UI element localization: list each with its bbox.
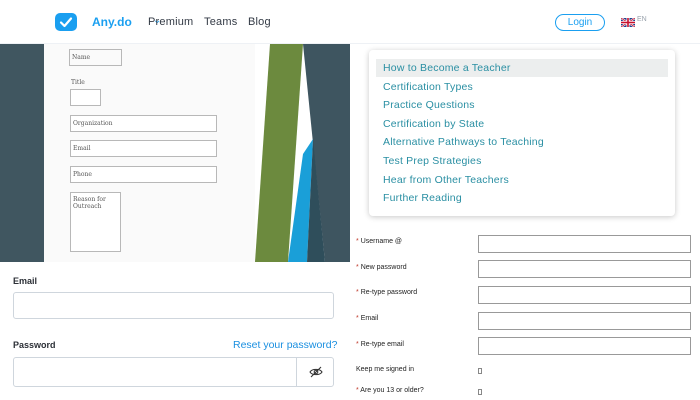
keep-signed-in-checkbox[interactable] (478, 368, 482, 374)
new-password-label: * New password (356, 264, 407, 271)
decorative-stripes (255, 44, 350, 262)
menu-item-certification-types[interactable]: Certification Types (376, 78, 668, 96)
top-navigation-bar: Any.do ⌄ Premium Teams Blog Login EN (0, 0, 700, 44)
email-label: Email (13, 276, 38, 286)
contact-form: Name Title Organization Email Phone Reas… (44, 44, 270, 262)
language-code[interactable]: EN (637, 16, 647, 23)
keep-signed-in-label: Keep me signed in (356, 366, 414, 373)
password-input[interactable] (13, 357, 334, 387)
menu-item-certification-by-state[interactable]: Certification by State (376, 115, 668, 133)
menu-item-alternative-pathways[interactable]: Alternative Pathways to Teaching (376, 133, 668, 151)
username-label: * Username @ (356, 238, 403, 245)
toggle-password-visibility-button[interactable] (296, 357, 334, 387)
menu-item-test-prep[interactable]: Test Prep Strategies (376, 152, 668, 170)
email-label-reg: * Email (356, 315, 379, 322)
menu-item-hear-from-teachers[interactable]: Hear from Other Teachers (376, 171, 668, 189)
phone-label: Phone (73, 171, 92, 178)
age-check-label: * Are you 13 or older? (356, 387, 424, 394)
email-label-old: Email (73, 145, 91, 152)
menu-item-further-reading[interactable]: Further Reading (376, 189, 668, 207)
email-input[interactable] (13, 292, 334, 319)
resources-dropdown-menu: How to Become a Teacher Certification Ty… (369, 50, 675, 216)
brand-menu[interactable]: Any.do (92, 15, 132, 29)
login-button[interactable]: Login (555, 14, 605, 31)
uk-flag-icon[interactable] (621, 18, 635, 27)
name-field[interactable] (69, 49, 122, 66)
nav-link-premium[interactable]: Premium (148, 16, 193, 28)
nav-link-blog[interactable]: Blog (248, 16, 271, 28)
anydo-logo-icon[interactable] (55, 13, 77, 31)
phone-field[interactable] (70, 166, 217, 183)
title-label: Title (71, 79, 85, 86)
new-password-input[interactable] (478, 260, 691, 278)
reason-label: Reason for Outreach (73, 196, 106, 210)
reset-password-link[interactable]: Reset your password? (233, 339, 337, 351)
nav-link-teams[interactable]: Teams (204, 16, 237, 28)
menu-item-practice-questions[interactable]: Practice Questions (376, 96, 668, 114)
organization-label: Organization (73, 120, 113, 127)
title-field[interactable] (70, 89, 101, 106)
email-field-old[interactable] (70, 140, 217, 157)
decorative-panel-left (0, 44, 44, 262)
email-input-reg[interactable] (478, 312, 691, 330)
menu-item-become-teacher[interactable]: How to Become a Teacher (376, 59, 668, 77)
username-input[interactable] (478, 235, 691, 253)
retype-email-label: * Re-type email (356, 341, 404, 348)
eye-off-icon (308, 366, 323, 378)
retype-email-input[interactable] (478, 337, 691, 355)
age-checkbox[interactable] (478, 389, 482, 395)
retype-password-input[interactable] (478, 286, 691, 304)
retype-password-label: * Re-type password (356, 289, 418, 296)
password-label: Password (13, 340, 56, 350)
